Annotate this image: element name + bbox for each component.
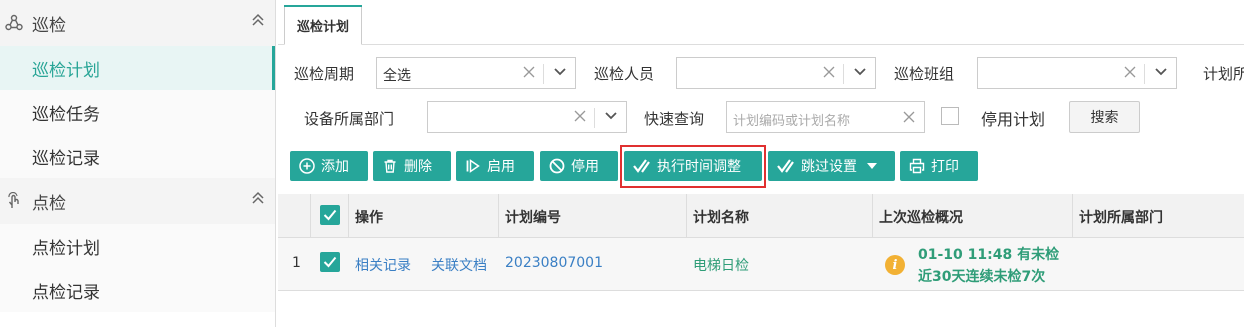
skip-slash-icon (777, 159, 794, 173)
tab-bar: 巡检计划 (278, 0, 1244, 45)
related-docs-link[interactable]: 关联文档 (431, 255, 487, 275)
touch-icon (4, 191, 24, 211)
enable-button-label: 启用 (487, 159, 515, 175)
check-icon (323, 209, 337, 221)
skip-settings-label: 跳过设置 (801, 159, 857, 175)
disable-button-label: 停用 (571, 159, 599, 175)
clear-icon[interactable] (823, 66, 835, 78)
clear-icon[interactable] (523, 66, 535, 78)
divider (843, 64, 844, 84)
column-divider (498, 194, 499, 237)
last-status-line2: 近30天连续未检7次 (918, 269, 1046, 285)
last-status-line1: 01-10 11:48 有未检 (918, 247, 1060, 263)
quick-search-placeholder: 计划编码或计划名称 (733, 114, 851, 129)
quick-search-label: 快速查询 (644, 110, 705, 128)
ban-icon (549, 158, 565, 174)
sidebar-group-patrol[interactable]: 巡检 (0, 0, 275, 46)
row-checkbox[interactable] (320, 252, 340, 272)
sidebar: 巡检 巡检计划 巡检任务 巡检记录 点检 点检计划 点检记录 (0, 0, 276, 327)
delete-button-label: 删除 (404, 159, 432, 175)
sidebar-item-label: 点检计划 (32, 238, 100, 259)
add-button[interactable]: 添加 (290, 151, 368, 181)
table-header: 操作 计划编号 计划名称 上次巡检概况 计划所属部门 (278, 194, 1244, 238)
plan-code-link[interactable]: 20230807001 (505, 255, 603, 271)
sidebar-item-label: 巡检记录 (32, 148, 100, 169)
check-icon (323, 256, 337, 268)
col-dept-header[interactable]: 计划所属部门 (1079, 207, 1163, 227)
cycle-label: 巡检周期 (294, 65, 355, 83)
sidebar-item-spot-record[interactable]: 点检记录 (0, 268, 275, 312)
col-name-header[interactable]: 计划名称 (693, 207, 749, 227)
person-select[interactable] (676, 57, 876, 89)
row-index: 1 (292, 255, 301, 271)
cycle-value: 全选 (383, 68, 411, 84)
clear-icon[interactable] (903, 111, 915, 123)
related-records-link[interactable]: 相关记录 (355, 255, 411, 275)
disabled-plan-checkbox[interactable] (941, 107, 959, 125)
col-last-header[interactable]: 上次巡检概况 (879, 207, 963, 227)
divider (594, 108, 595, 128)
print-button-label: 打印 (931, 159, 959, 175)
main-content: 巡检计划 巡检周期 全选 巡检人员 巡检班组 计划所 设备所属部门 快速查询 计… (278, 0, 1244, 327)
select-all-checkbox[interactable] (320, 205, 340, 225)
chevron-down-icon[interactable] (553, 67, 567, 77)
caret-down-icon[interactable] (867, 162, 877, 170)
quick-search-input[interactable]: 计划编码或计划名称 (726, 101, 925, 133)
chevron-down-icon[interactable] (604, 111, 618, 121)
info-icon: i (885, 255, 905, 275)
sidebar-item-spot-plan[interactable]: 点检计划 (0, 224, 275, 268)
sidebar-item-label: 点检记录 (32, 282, 100, 303)
sidebar-item-patrol-record[interactable]: 巡检记录 (0, 134, 275, 178)
plan-dept-label: 计划所 (1203, 65, 1244, 83)
sidebar-group-label: 点检 (32, 193, 66, 214)
print-button[interactable]: 打印 (900, 151, 978, 181)
plan-name: 电梯日检 (693, 258, 749, 274)
column-divider (686, 194, 687, 237)
sidebar-item-label: 巡检计划 (32, 60, 100, 81)
col-code-header[interactable]: 计划编号 (505, 207, 561, 227)
trash-icon (384, 159, 396, 173)
column-divider (310, 194, 311, 237)
clear-icon[interactable] (574, 110, 586, 122)
search-button[interactable]: 搜索 (1069, 101, 1140, 133)
patrol-icon (4, 13, 24, 33)
enable-button[interactable]: 启用 (456, 151, 534, 181)
divider (543, 64, 544, 84)
add-icon (299, 158, 315, 174)
sidebar-group-label: 巡检 (32, 15, 66, 36)
skip-settings-button[interactable]: 跳过设置 (768, 151, 895, 181)
sidebar-item-patrol-plan[interactable]: 巡检计划 (0, 46, 275, 90)
device-dept-label: 设备所属部门 (304, 110, 395, 128)
chevron-down-icon[interactable] (853, 67, 867, 77)
disable-button[interactable]: 停用 (540, 151, 618, 181)
add-button-label: 添加 (321, 159, 349, 175)
person-label: 巡检人员 (594, 65, 655, 83)
team-select[interactable] (977, 57, 1177, 89)
column-divider (1072, 194, 1073, 237)
team-label: 巡检班组 (894, 65, 955, 83)
sidebar-item-label: 巡检任务 (32, 104, 100, 125)
column-divider (872, 194, 873, 237)
exec-time-adjust-button[interactable]: 执行时间调整 (624, 151, 762, 181)
chevron-up-icon[interactable] (251, 12, 265, 28)
table-row[interactable]: 1 相关记录 关联文档 20230807001 电梯日检 i 01-10 11:… (278, 238, 1244, 291)
cycle-select[interactable]: 全选 (376, 57, 576, 89)
col-action-header[interactable]: 操作 (355, 207, 383, 227)
column-divider (348, 194, 349, 237)
delete-button[interactable]: 删除 (373, 151, 451, 181)
play-icon (466, 159, 480, 173)
chevron-down-icon[interactable] (1154, 67, 1168, 77)
chevron-up-icon[interactable] (251, 190, 265, 206)
device-dept-select[interactable] (427, 101, 627, 133)
exec-time-adjust-label: 执行时间调整 (657, 159, 741, 175)
clear-icon[interactable] (1124, 66, 1136, 78)
sidebar-group-spotcheck[interactable]: 点检 (0, 178, 275, 224)
tab-patrol-plan[interactable]: 巡检计划 (284, 5, 363, 45)
skip-slash-icon (633, 159, 650, 173)
disabled-plan-label: 停用计划 (981, 110, 1046, 129)
printer-icon (909, 158, 925, 174)
sidebar-item-patrol-task[interactable]: 巡检任务 (0, 90, 275, 134)
divider (1144, 64, 1145, 84)
